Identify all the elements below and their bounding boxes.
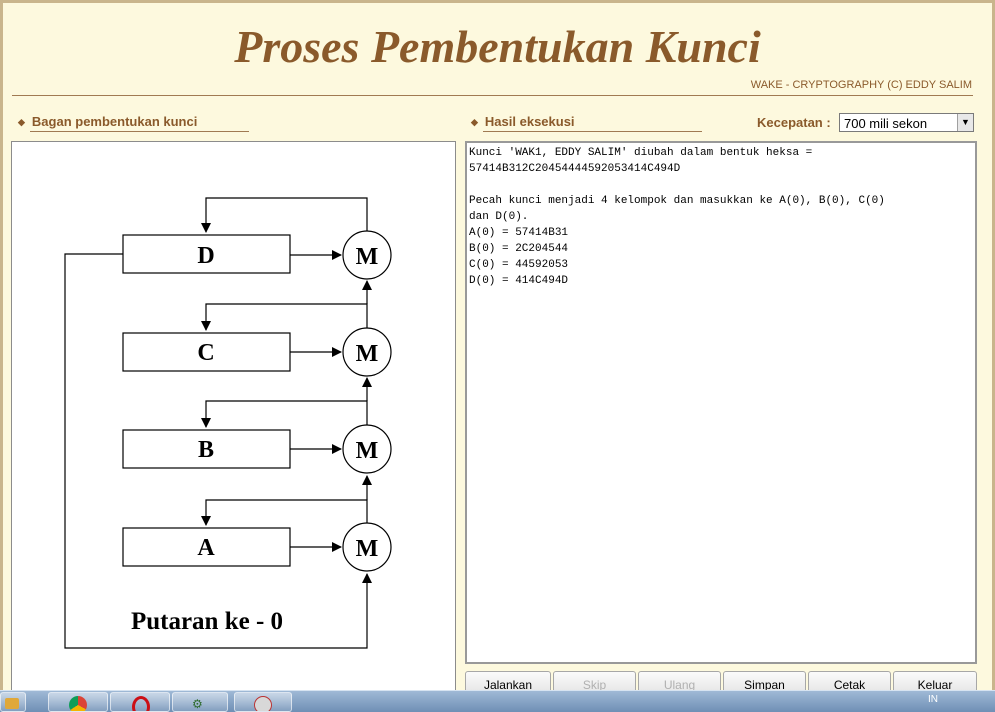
taskbar-app-utility[interactable] <box>234 692 292 712</box>
register-label-d: D <box>197 243 214 269</box>
round-counter-label: Putaran ke - 0 <box>131 608 283 635</box>
mixer-label-c: M <box>356 341 379 367</box>
output-section-underline <box>483 131 702 132</box>
mixer-label-a: M <box>356 536 379 562</box>
app-tool-icon: ⚙ <box>192 697 203 711</box>
feedback-arrow-a <box>201 499 368 526</box>
taskbar: ⚙ IN <box>0 690 995 712</box>
credit-text: WAKE - CRYPTOGRAPHY (C) EDDY SALIM <box>750 79 972 91</box>
opera-icon <box>132 696 150 711</box>
taskbar-app-opera[interactable] <box>110 692 170 712</box>
key-diagram-panel: D C B A M M M M Putaran ke - 0 <box>11 141 456 691</box>
diagram-section-label: Bagan pembentukan kunci <box>31 114 198 129</box>
speed-select-value: 700 mili sekon <box>844 116 928 131</box>
speed-select[interactable]: 700 mili sekon ▼ <box>839 113 974 132</box>
outer-feedback-arrow <box>64 253 372 649</box>
mixer-label-d: M <box>356 244 379 270</box>
key-schedule-diagram: D C B A M M M M Putaran ke - 0 <box>64 197 392 649</box>
header-divider <box>12 95 973 96</box>
diagram-section-underline <box>30 131 249 132</box>
taskbar-app-tool[interactable]: ⚙ <box>172 692 228 712</box>
mixer-label-b: M <box>356 438 379 464</box>
feedback-arrow-b <box>201 400 368 428</box>
language-indicator[interactable]: IN <box>928 694 938 705</box>
diagram-section-heading: ◆ Bagan pembentukan kunci <box>18 114 197 129</box>
output-section-label: Hasil eksekusi <box>484 114 575 129</box>
speed-label: Kecepatan : <box>757 115 831 130</box>
diamond-bullet-icon: ◆ <box>471 117 478 127</box>
window-frame-top <box>0 0 995 3</box>
window-frame-left <box>0 0 3 690</box>
diamond-bullet-icon: ◆ <box>18 117 25 127</box>
taskbar-app-folder[interactable] <box>0 692 26 712</box>
app-utility-icon <box>254 696 272 711</box>
feedback-arrow-d <box>201 197 368 233</box>
dropdown-arrow-icon[interactable]: ▼ <box>957 114 973 131</box>
chrome-icon <box>69 696 87 711</box>
register-label-b: B <box>198 437 214 463</box>
folder-icon <box>5 698 19 709</box>
taskbar-app-chrome[interactable] <box>48 692 108 712</box>
output-section-heading: ◆ Hasil eksekusi <box>471 114 575 129</box>
register-label-c: C <box>197 340 214 366</box>
page-title: Proses Pembentukan Kunci <box>234 21 761 72</box>
execution-output[interactable]: Kunci 'WAK1, EDDY SALIM' diubah dalam be… <box>465 141 977 664</box>
register-label-a: A <box>197 535 215 561</box>
feedback-arrow-c <box>201 303 368 331</box>
